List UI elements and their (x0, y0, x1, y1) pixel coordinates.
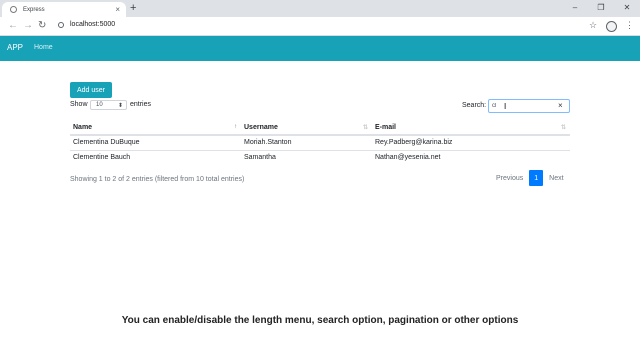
pagination: Previous 1 Next (490, 170, 570, 186)
window-controls: – ❐ ✕ (562, 0, 640, 17)
users-table: Name ↑ Username ⇅ E-mail ⇅ Clementina Du… (70, 121, 570, 165)
sort-icon: ⇅ (362, 125, 368, 131)
next-page-button[interactable]: Next (543, 170, 569, 186)
chevron-down-icon: ⬍ (117, 103, 123, 109)
add-user-button[interactable]: Add user (70, 82, 112, 98)
length-select-value: 10 (96, 102, 103, 108)
profile-avatar-icon[interactable] (606, 21, 617, 32)
address-bar[interactable]: localhost:5000 (58, 21, 115, 28)
browser-tab[interactable]: Express × (2, 2, 126, 17)
browser-menu-icon[interactable]: ⋮ (625, 20, 634, 31)
new-tab-button[interactable]: + (130, 2, 136, 15)
navbar-brand[interactable]: APP (7, 43, 23, 52)
cell-email: Nathan@yesenia.net (372, 149, 570, 165)
cell-name: Clementina DuBuque (70, 134, 241, 150)
cell-username: Moriah.Stanton (241, 134, 372, 150)
column-header-username[interactable]: Username ⇅ (241, 121, 372, 136)
clear-search-icon[interactable]: × (558, 101, 563, 111)
table-info: Showing 1 to 2 of 2 entries (filtered fr… (70, 176, 245, 183)
length-entries-label: entries (130, 101, 152, 108)
length-select[interactable]: 10 ⬍ (90, 100, 127, 110)
reload-button[interactable]: ↻ (38, 20, 46, 32)
cell-username: Samantha (241, 149, 372, 165)
column-header-name[interactable]: Name ↑ (70, 121, 241, 136)
browser-tabstrip: Express × + – ❐ ✕ (0, 0, 640, 17)
maximize-button[interactable]: ❐ (588, 0, 614, 15)
search-label: Search: (462, 102, 487, 109)
text-cursor-icon: I (504, 102, 507, 111)
bookmark-star-icon[interactable]: ☆ (589, 20, 597, 31)
table-row[interactable]: Clementine Bauch Samantha Nathan@yesenia… (70, 149, 570, 165)
close-window-button[interactable]: ✕ (614, 0, 640, 15)
column-header-email[interactable]: E-mail ⇅ (372, 121, 570, 136)
info-icon (58, 21, 64, 28)
app-navbar: APP Home (0, 36, 640, 61)
length-show-label: Show (70, 101, 88, 108)
sort-asc-icon: ↑ (234, 124, 237, 130)
tab-title: Express (23, 6, 45, 13)
browser-toolbar: ← → ↻ localhost:5000 ☆ ⋮ (0, 17, 640, 36)
nav-link-home[interactable]: Home (34, 44, 53, 51)
cell-email: Rey.Padberg@karina.biz (372, 134, 570, 150)
cell-name: Clementine Bauch (70, 149, 241, 165)
sort-icon: ⇅ (560, 125, 566, 131)
page-1-button[interactable]: 1 (529, 170, 544, 186)
table-header-row: Name ↑ Username ⇅ E-mail ⇅ (70, 121, 570, 136)
close-tab-icon[interactable]: × (115, 5, 120, 14)
previous-page-button[interactable]: Previous (490, 170, 529, 186)
back-button[interactable]: ← (8, 20, 18, 32)
forward-button[interactable]: → (23, 20, 33, 32)
table-row[interactable]: Clementina DuBuque Moriah.Stanton Rey.Pa… (70, 134, 570, 150)
url-text: localhost:5000 (70, 21, 116, 28)
minimize-button[interactable]: – (562, 0, 588, 15)
video-caption: You can enable/disable the length menu, … (121, 315, 519, 326)
globe-icon (10, 6, 17, 13)
